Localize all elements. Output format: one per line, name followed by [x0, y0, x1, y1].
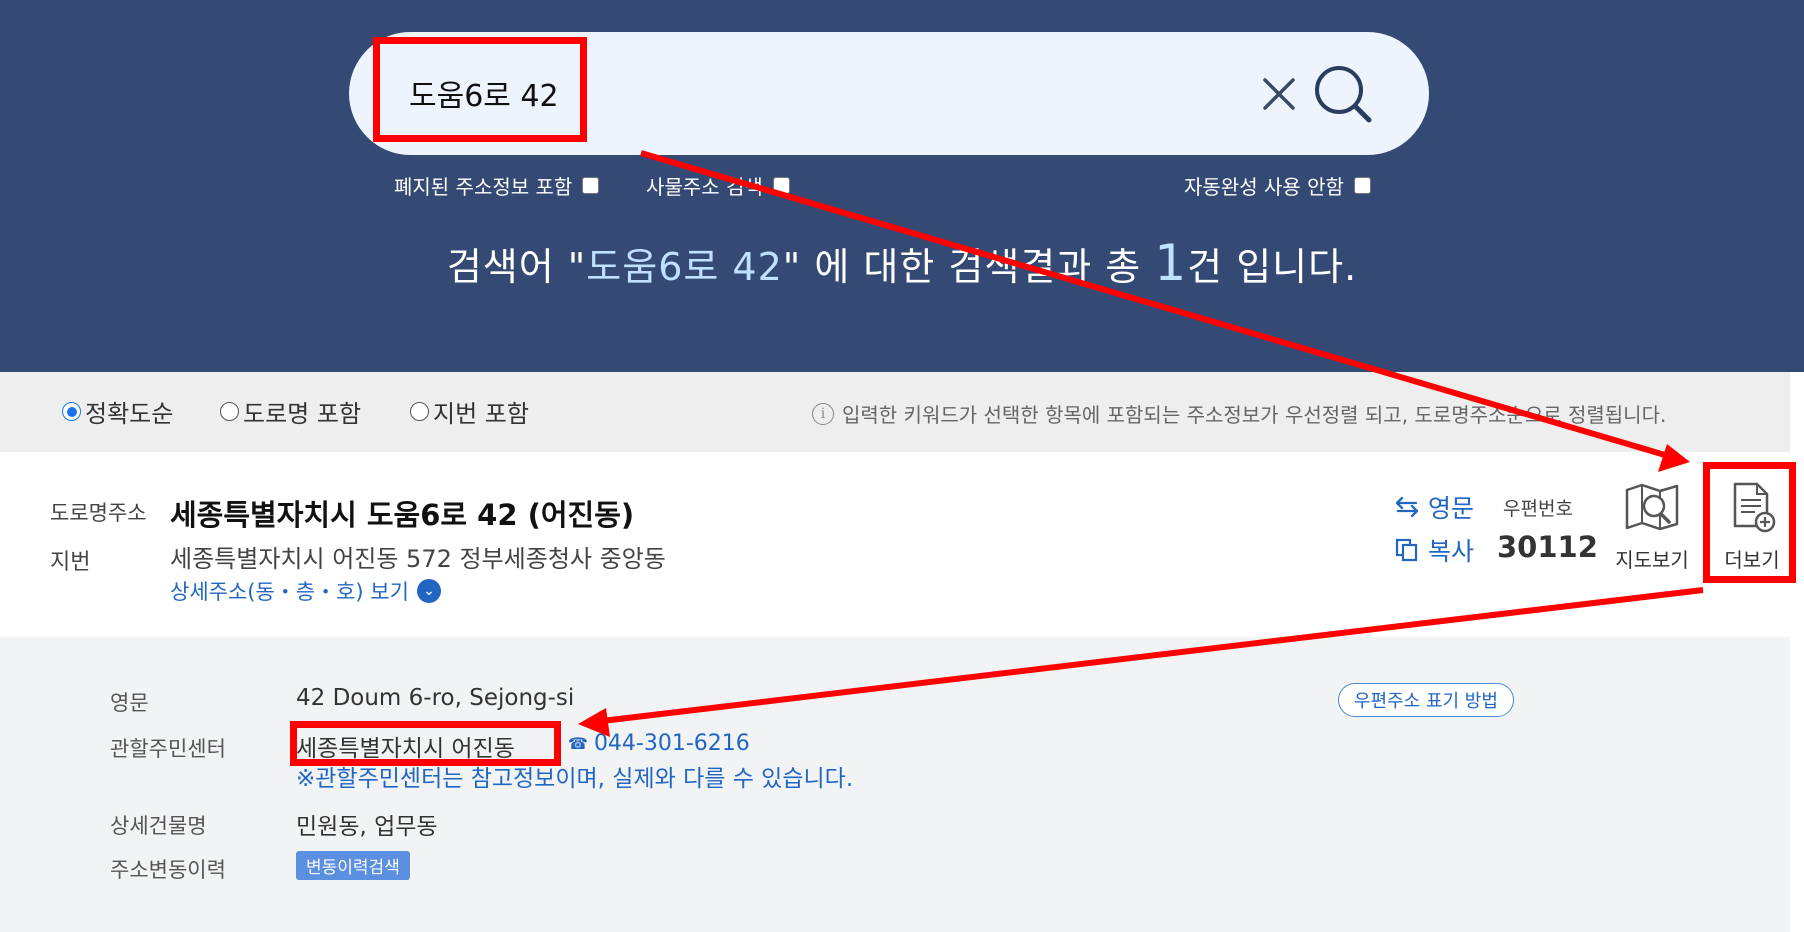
history-label: 주소변동이력: [110, 858, 226, 882]
center-notice: ※관할주민센터는 참고정보이며, 실제와 다를 수 있습니다.: [296, 766, 854, 792]
phone-icon: ☎: [568, 734, 588, 753]
option-no-autocomplete[interactable]: 자동완성 사용 안함: [1184, 170, 1371, 200]
radio: [220, 402, 239, 421]
sort-accuracy[interactable]: 정확도순: [62, 394, 173, 429]
copy-button[interactable]: 복사: [1394, 532, 1474, 568]
search-button[interactable]: [1309, 60, 1379, 130]
center-phone: ☎ 044-301-6216: [568, 731, 750, 756]
sort-accuracy-label: 정확도순: [85, 400, 174, 428]
result-prefix: 검색어 ": [446, 245, 587, 289]
more-button[interactable]: 더보기: [1704, 482, 1800, 573]
english-address-value: 42 Doum 6-ro, Sejong-si: [296, 685, 575, 711]
sort-road-name-label: 도로명 포함: [243, 400, 362, 428]
map-view-button[interactable]: 지도보기: [1604, 482, 1700, 573]
result-suffix: 건 입니다.: [1187, 245, 1358, 289]
copy-icon: [1395, 538, 1418, 562]
radio-selected: [62, 402, 81, 421]
map-view-label: 지도보기: [1615, 548, 1689, 572]
result-keyword: 도움6로 42: [586, 245, 783, 289]
center-label: 관할주민센터: [110, 737, 226, 761]
option-no-autocomplete-label: 자동완성 사용 안함: [1184, 174, 1344, 199]
map-search-icon: [1625, 483, 1679, 531]
result-count: 1: [1154, 234, 1188, 292]
object-address-checkbox[interactable]: [772, 176, 790, 194]
sort-note: i 입력한 키워드가 선택한 항목에 포함되는 주소정보가 우선정렬 되고, 도…: [812, 399, 1666, 428]
result-summary: 검색어 "도움6로 42" 에 대한 검색결과 총 1건 입니다.: [0, 234, 1804, 292]
radio: [410, 402, 429, 421]
result-item: 도로명주소 세종특별자치시 도움6로 42 (어진동) 지번 세종특별자치시 어…: [0, 452, 1790, 637]
chevron-down-icon: ⌄: [416, 579, 441, 603]
sort-note-text: 입력한 키워드가 선택한 항목에 포함되는 주소정보가 우선정렬 되고, 도로명…: [842, 403, 1667, 427]
search-header: 폐지된 주소정보 포함 사물주소 검색 자동완성 사용 안함 검색어 "도움6로…: [0, 0, 1804, 372]
road-address: 세종특별자치시 도움6로 42 (어진동): [170, 498, 635, 532]
english-address-label: 영문: [110, 691, 149, 715]
zip-code: 30112: [1497, 530, 1598, 564]
search-input[interactable]: [409, 62, 1209, 124]
sort-jibun[interactable]: 지번 포함: [410, 394, 529, 429]
more-label: 더보기: [1724, 548, 1780, 572]
english-button[interactable]: 영문: [1394, 489, 1474, 525]
detail-address-link-label: 상세주소(동・층・호) 보기: [170, 580, 409, 604]
result-mid: " 에 대한 검색결과 총: [782, 245, 1155, 289]
swap-arrows-icon: [1395, 496, 1419, 518]
building-value: 민원동, 업무동: [296, 814, 438, 840]
center-value: 세종특별자치시 어진동: [296, 736, 515, 762]
option-abolished-label: 폐지된 주소정보 포함: [394, 174, 573, 199]
abolished-checkbox[interactable]: [582, 176, 600, 194]
sort-road-name[interactable]: 도로명 포함: [220, 394, 361, 429]
jibun-address: 세종특별자치시 어진동 572 정부세종청사 중앙동: [170, 545, 666, 573]
center-phone-number: 044-301-6216: [593, 731, 750, 756]
option-object-address[interactable]: 사물주소 검색: [646, 170, 790, 200]
copy-button-label: 복사: [1428, 537, 1475, 566]
close-icon: [1263, 78, 1295, 110]
search-box: [349, 32, 1429, 155]
sort-bar: 정확도순 도로명 포함 지번 포함 i 입력한 키워드가 선택한 항목에 포함되…: [0, 372, 1790, 452]
detail-address-link[interactable]: 상세주소(동・층・호) 보기 ⌄: [170, 576, 441, 606]
zip-label: 우편번호: [1503, 498, 1573, 520]
info-icon: i: [812, 402, 834, 425]
option-abolished[interactable]: 폐지된 주소정보 포함: [394, 170, 600, 200]
document-plus-icon: [1733, 482, 1776, 533]
english-button-label: 영문: [1428, 494, 1475, 523]
search-icon: [1315, 66, 1372, 123]
building-label: 상세건물명: [110, 814, 207, 838]
jibun-label: 지번: [50, 550, 91, 575]
sort-jibun-label: 지번 포함: [433, 400, 529, 428]
history-search-button[interactable]: 변동이력검색: [296, 851, 410, 880]
road-address-label: 도로명주소: [50, 501, 147, 525]
option-object-address-label: 사물주소 검색: [646, 174, 763, 199]
no-autocomplete-checkbox[interactable]: [1353, 176, 1371, 194]
detail-panel: 영문 42 Doum 6-ro, Sejong-si 우편주소 표기 방법 관할…: [0, 637, 1790, 932]
zip-guide-button[interactable]: 우편주소 표기 방법: [1338, 683, 1514, 717]
clear-search-button[interactable]: [1255, 70, 1303, 118]
